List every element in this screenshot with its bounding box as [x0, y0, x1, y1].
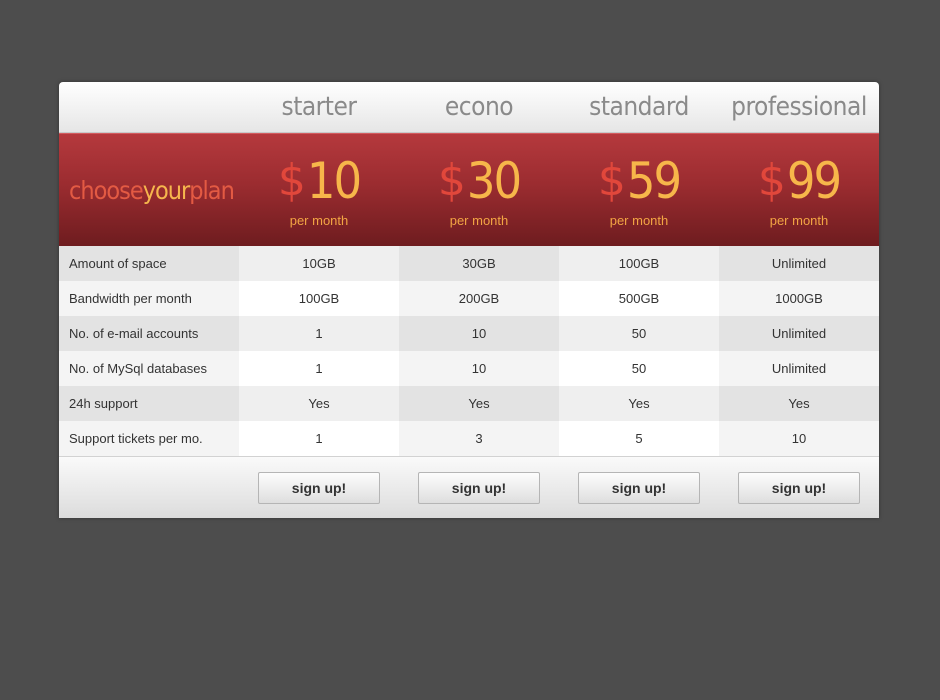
feature-value-professional: Yes: [719, 386, 879, 421]
feature-label: Bandwidth per month: [59, 281, 239, 316]
price-standard: $ 59 per month: [559, 134, 719, 246]
currency-symbol: $: [437, 155, 466, 206]
feature-value-standard: 500GB: [559, 281, 719, 316]
feature-value-professional: Unlimited: [719, 351, 879, 386]
signup-cell-standard: sign up!: [559, 457, 719, 518]
feature-row-space: Amount of space 10GB 30GB 100GB Unlimite…: [59, 246, 879, 281]
feature-value-standard: 50: [559, 316, 719, 351]
header-empty-cell: [59, 82, 239, 132]
feature-value-starter: 1: [239, 351, 399, 386]
feature-value-starter: 10GB: [239, 246, 399, 281]
feature-value-professional: 10: [719, 421, 879, 456]
price-period: per month: [449, 213, 509, 228]
signup-button-professional[interactable]: sign up!: [738, 471, 860, 504]
price-period: per month: [609, 213, 669, 228]
feature-value-econo: 200GB: [399, 281, 559, 316]
feature-value-professional: 1000GB: [719, 281, 879, 316]
feature-value-econo: 3: [399, 421, 559, 456]
signup-cell-econo: sign up!: [399, 457, 559, 518]
price-econo: $ 30 per month: [399, 134, 559, 246]
tagline-part-1: choose: [69, 175, 144, 205]
plan-names-row: starter econo standard professional: [59, 82, 879, 133]
price-line: $ 30: [437, 152, 522, 210]
signup-button-standard[interactable]: sign up!: [578, 471, 700, 504]
price-professional: $ 99 per month: [719, 134, 879, 246]
feature-value-econo: Yes: [399, 386, 559, 421]
feature-label: 24h support: [59, 386, 239, 421]
plan-name-starter: starter: [281, 92, 357, 122]
price-period: per month: [289, 213, 349, 228]
price-amount: 10: [306, 152, 362, 210]
price-line: $ 10: [277, 152, 362, 210]
currency-symbol: $: [757, 155, 786, 206]
plan-name-econo: econo: [444, 92, 514, 122]
price-amount: 30: [466, 152, 522, 210]
signup-cell-starter: sign up!: [239, 457, 399, 518]
feature-value-standard: 50: [559, 351, 719, 386]
feature-value-econo: 10: [399, 351, 559, 386]
feature-value-econo: 10: [399, 316, 559, 351]
price-amount: 99: [786, 152, 842, 210]
feature-label: Amount of space: [59, 246, 239, 281]
feature-label: No. of e-mail accounts: [59, 316, 239, 351]
price-line: $ 99: [757, 152, 842, 210]
feature-value-econo: 30GB: [399, 246, 559, 281]
feature-value-standard: 100GB: [559, 246, 719, 281]
currency-symbol: $: [597, 155, 626, 206]
feature-value-starter: 1: [239, 421, 399, 456]
feature-value-standard: Yes: [559, 386, 719, 421]
currency-symbol: $: [277, 155, 306, 206]
feature-value-starter: 100GB: [239, 281, 399, 316]
price-period: per month: [769, 213, 829, 228]
feature-value-starter: 1: [239, 316, 399, 351]
feature-label: No. of MySql databases: [59, 351, 239, 386]
feature-value-professional: Unlimited: [719, 246, 879, 281]
signup-button-starter[interactable]: sign up!: [258, 471, 380, 504]
signup-cell-professional: sign up!: [719, 457, 879, 518]
price-starter: $ 10 per month: [239, 134, 399, 246]
plan-name-professional: professional: [731, 92, 867, 122]
signup-button-econo[interactable]: sign up!: [418, 471, 540, 504]
price-amount: 59: [626, 152, 682, 210]
feature-value-professional: Unlimited: [719, 316, 879, 351]
signup-row: sign up! sign up! sign up! sign up!: [59, 456, 879, 518]
plan-name-standard: standard: [589, 92, 689, 122]
price-banner: choose your plan $ 10 per month $ 30 per…: [59, 133, 879, 246]
feature-value-starter: Yes: [239, 386, 399, 421]
feature-row-24h-support: 24h support Yes Yes Yes Yes: [59, 386, 879, 421]
choose-your-plan-tagline: choose your plan: [59, 134, 239, 246]
price-line: $ 59: [597, 152, 682, 210]
tagline-part-2: your: [142, 175, 191, 205]
feature-row-email-accounts: No. of e-mail accounts 1 10 50 Unlimited: [59, 316, 879, 351]
feature-label: Support tickets per mo.: [59, 421, 239, 456]
footer-empty-cell: [59, 457, 239, 518]
tagline-part-3: plan: [189, 175, 235, 205]
feature-value-standard: 5: [559, 421, 719, 456]
feature-row-mysql-databases: No. of MySql databases 1 10 50 Unlimited: [59, 351, 879, 386]
feature-row-bandwidth: Bandwidth per month 100GB 200GB 500GB 10…: [59, 281, 879, 316]
feature-row-support-tickets: Support tickets per mo. 1 3 5 10: [59, 421, 879, 456]
pricing-table: starter econo standard professional choo…: [59, 82, 879, 518]
